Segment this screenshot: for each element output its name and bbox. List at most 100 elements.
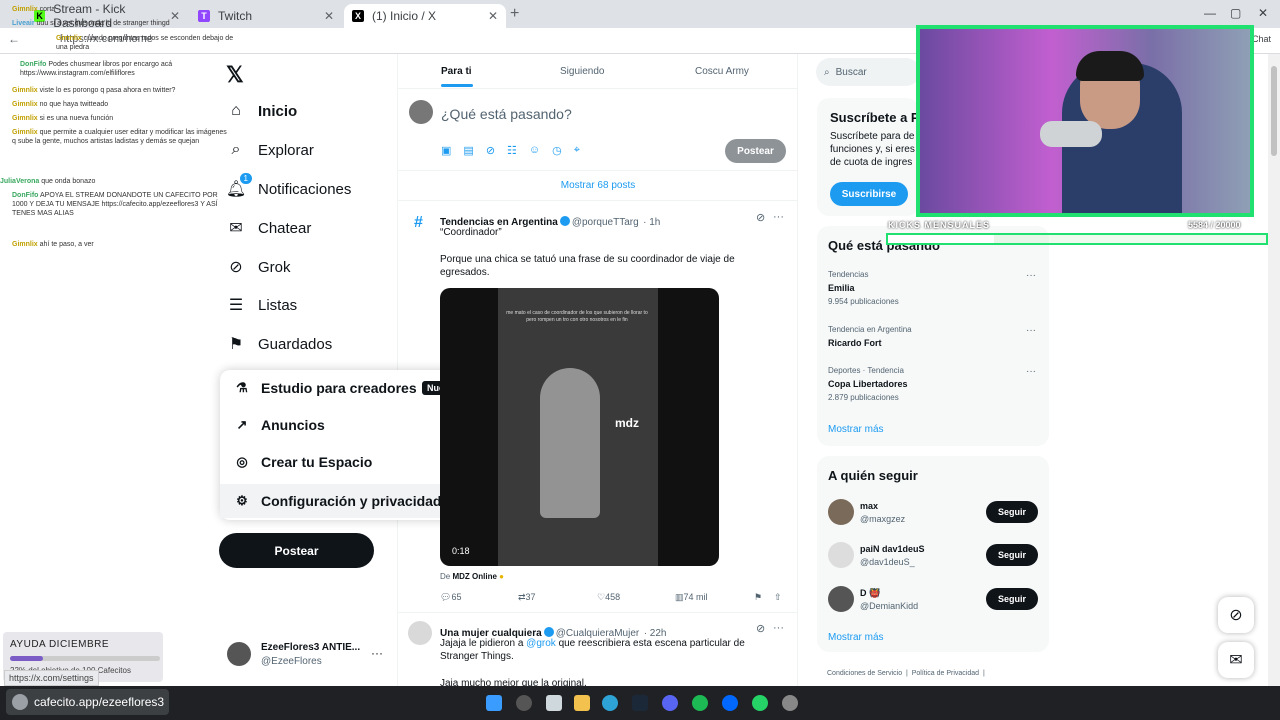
subscribe-button[interactable]: Suscribirse	[830, 182, 908, 206]
notification-badge: 1	[239, 173, 252, 184]
views-button[interactable]: ▥ 74 mil	[675, 592, 708, 603]
maximize-icon[interactable]: ▢	[1230, 6, 1241, 20]
scrollbar-thumb[interactable]	[1271, 66, 1277, 156]
messages-floating-button[interactable]: ✉	[1218, 642, 1254, 678]
gif-icon[interactable]: ▤	[463, 144, 473, 157]
follow-suggestion[interactable]: D 👹 @DemianKidd Seguir	[828, 586, 1040, 616]
reply-button[interactable]: 💬︎ 65	[440, 592, 461, 603]
tab-for-you[interactable]: Para ti	[441, 66, 472, 77]
kicks-goal-bar	[886, 233, 1268, 245]
bookmark-icon[interactable]: ⚑	[754, 592, 762, 603]
post-button[interactable]: Postear	[219, 533, 374, 568]
trend-item[interactable]: Deportes · Tendencia Copa Libertadores 2…	[828, 366, 1043, 406]
more-icon[interactable]: ···	[371, 646, 383, 660]
account-switcher[interactable]: EzeeFlores3 ANTIE... @EzeeFlores ···	[227, 640, 387, 670]
close-icon[interactable]: ✕	[488, 9, 498, 23]
nav-lists[interactable]: ☰ Listas	[226, 290, 297, 320]
mail-icon: ✉	[229, 220, 243, 237]
microphone	[1040, 121, 1102, 147]
nav-explore[interactable]: ⌕ Explorar	[226, 135, 314, 165]
search-input[interactable]: ⌕ Buscar	[816, 58, 920, 86]
minimize-icon[interactable]: —	[1204, 6, 1216, 20]
show-more-posts[interactable]: Mostrar 68 posts	[399, 180, 797, 191]
follow-button[interactable]: Seguir	[986, 501, 1038, 523]
taskbar-active-window[interactable]: cafecito.app/ezeeflores3	[6, 689, 169, 715]
whatsapp-icon[interactable]	[752, 695, 768, 711]
window-close-icon[interactable]: ✕	[1258, 6, 1268, 20]
tab-x-home[interactable]: X (1) Inicio / X ✕	[344, 4, 506, 28]
schedule-icon[interactable]: ◷	[552, 144, 562, 157]
show-more-trends[interactable]: Mostrar más	[828, 424, 884, 435]
feed-tabs: Para ti Siguiendo Coscu Army	[399, 54, 797, 88]
tweet-actions: 💬︎ 65 ⇄ 37 ♡ 458 ▥ 74 mil ⚑ ⇧	[440, 592, 790, 606]
mdz-watermark: mdz	[615, 416, 639, 430]
trend-item[interactable]: Tendencias Emilia 9.954 publicaciones ··…	[828, 270, 1043, 310]
emoji-icon[interactable]: ☺	[529, 144, 540, 157]
tweet-handle[interactable]: @porqueTTarg	[572, 217, 639, 228]
browser-icon	[12, 694, 28, 710]
close-icon[interactable]: ✕	[324, 9, 334, 23]
tweet-text: Porque una chica se tatuó una frase de s…	[440, 254, 735, 278]
more-icon[interactable]: ···	[1026, 270, 1036, 281]
x-logo-icon[interactable]: 𝕏	[226, 62, 244, 88]
nav-grok[interactable]: ⊘ Grok	[226, 252, 290, 282]
discord-icon[interactable]	[662, 695, 678, 711]
page-scrollbar[interactable]	[1268, 54, 1280, 686]
bookmark-icon: ⚑	[228, 336, 244, 353]
grok-icon[interactable]: ⊘	[756, 622, 765, 635]
grok-icon[interactable]: ⊘	[756, 211, 765, 224]
poll-icon[interactable]: ☷	[507, 144, 517, 157]
nav-chat[interactable]: ✉ Chatear	[226, 213, 311, 243]
spotify-icon[interactable]	[692, 695, 708, 711]
grok-floating-button[interactable]: ⊘	[1218, 597, 1254, 633]
chat-extension-button[interactable]: Chat	[1252, 34, 1271, 44]
more-icon[interactable]: ···	[1026, 325, 1036, 336]
menu-item-create-space[interactable]: ◎ Crear tu Espacio	[234, 454, 372, 470]
who-to-follow-title: A quién seguir	[828, 468, 918, 483]
follow-button[interactable]: Seguir	[986, 544, 1038, 566]
file-explorer-icon[interactable]	[574, 695, 590, 711]
menu-item-creator-studio[interactable]: ⚗ Estudio para creadores	[234, 380, 416, 396]
new-tab-button[interactable]: +	[510, 5, 519, 23]
more-icon[interactable]: ···	[1026, 366, 1036, 377]
verified-icon	[559, 216, 570, 226]
menu-item-ads[interactable]: ↗ Anuncios	[234, 417, 325, 433]
avatar[interactable]	[408, 621, 432, 645]
follow-button[interactable]: Seguir	[986, 588, 1038, 610]
avatar	[409, 100, 433, 124]
share-icon[interactable]: ⇧	[774, 592, 782, 603]
divider	[398, 612, 797, 613]
tweet-video[interactable]: me mato el caso de coordinador de los qu…	[440, 288, 719, 566]
grok-icon: ⊘	[229, 259, 243, 276]
nav-notifications[interactable]: 🔔︎ 1 Notificaciones	[226, 173, 351, 204]
like-button[interactable]: ♡ 458	[597, 592, 620, 603]
chat-message: Liveair uuu si a ver que onda lo de stra…	[12, 20, 170, 27]
more-icon[interactable]: ···	[773, 622, 784, 634]
menu-item-settings[interactable]: ⚙ Configuración y privacidad	[220, 484, 466, 518]
location-icon[interactable]: ⌖	[574, 144, 580, 157]
chat-message: Gimnlix si es una nueva función	[12, 115, 114, 122]
compose-post-button[interactable]: Postear	[725, 139, 786, 163]
tab-following[interactable]: Siguiendo	[560, 66, 604, 77]
nav-bookmarks[interactable]: ⚑ Guardados	[226, 329, 332, 359]
windows-start-icon[interactable]	[486, 695, 502, 711]
search-icon[interactable]	[516, 695, 532, 711]
ads-icon: ↗	[236, 417, 248, 432]
back-icon[interactable]: ←	[8, 32, 20, 46]
show-more-suggestions[interactable]: Mostrar más	[828, 632, 884, 643]
steam-icon[interactable]	[632, 695, 648, 711]
tab-coscu-army[interactable]: Coscu Army	[695, 66, 749, 77]
browser-icon[interactable]	[602, 695, 618, 711]
more-icon[interactable]: ···	[773, 211, 784, 223]
trend-item[interactable]: Tendencia en Argentina Ricardo Fort ···	[828, 325, 1043, 353]
messenger-icon[interactable]	[722, 695, 738, 711]
compose-input[interactable]: ¿Qué está pasando?	[441, 106, 572, 122]
task-view-icon[interactable]	[546, 695, 562, 711]
image-icon[interactable]: ▣	[441, 144, 451, 157]
chat-message: Gimnlix cuando preguntas todos se escond…	[56, 35, 234, 51]
repost-button[interactable]: ⇄ 37	[518, 592, 536, 603]
obs-icon[interactable]	[782, 695, 798, 711]
grok-icon[interactable]: ⊘	[486, 144, 495, 157]
follow-suggestion[interactable]: max @maxgzez Seguir	[828, 499, 1040, 529]
follow-suggestion[interactable]: paiN dav1deuS @dav1deuS_ Seguir	[828, 542, 1040, 572]
